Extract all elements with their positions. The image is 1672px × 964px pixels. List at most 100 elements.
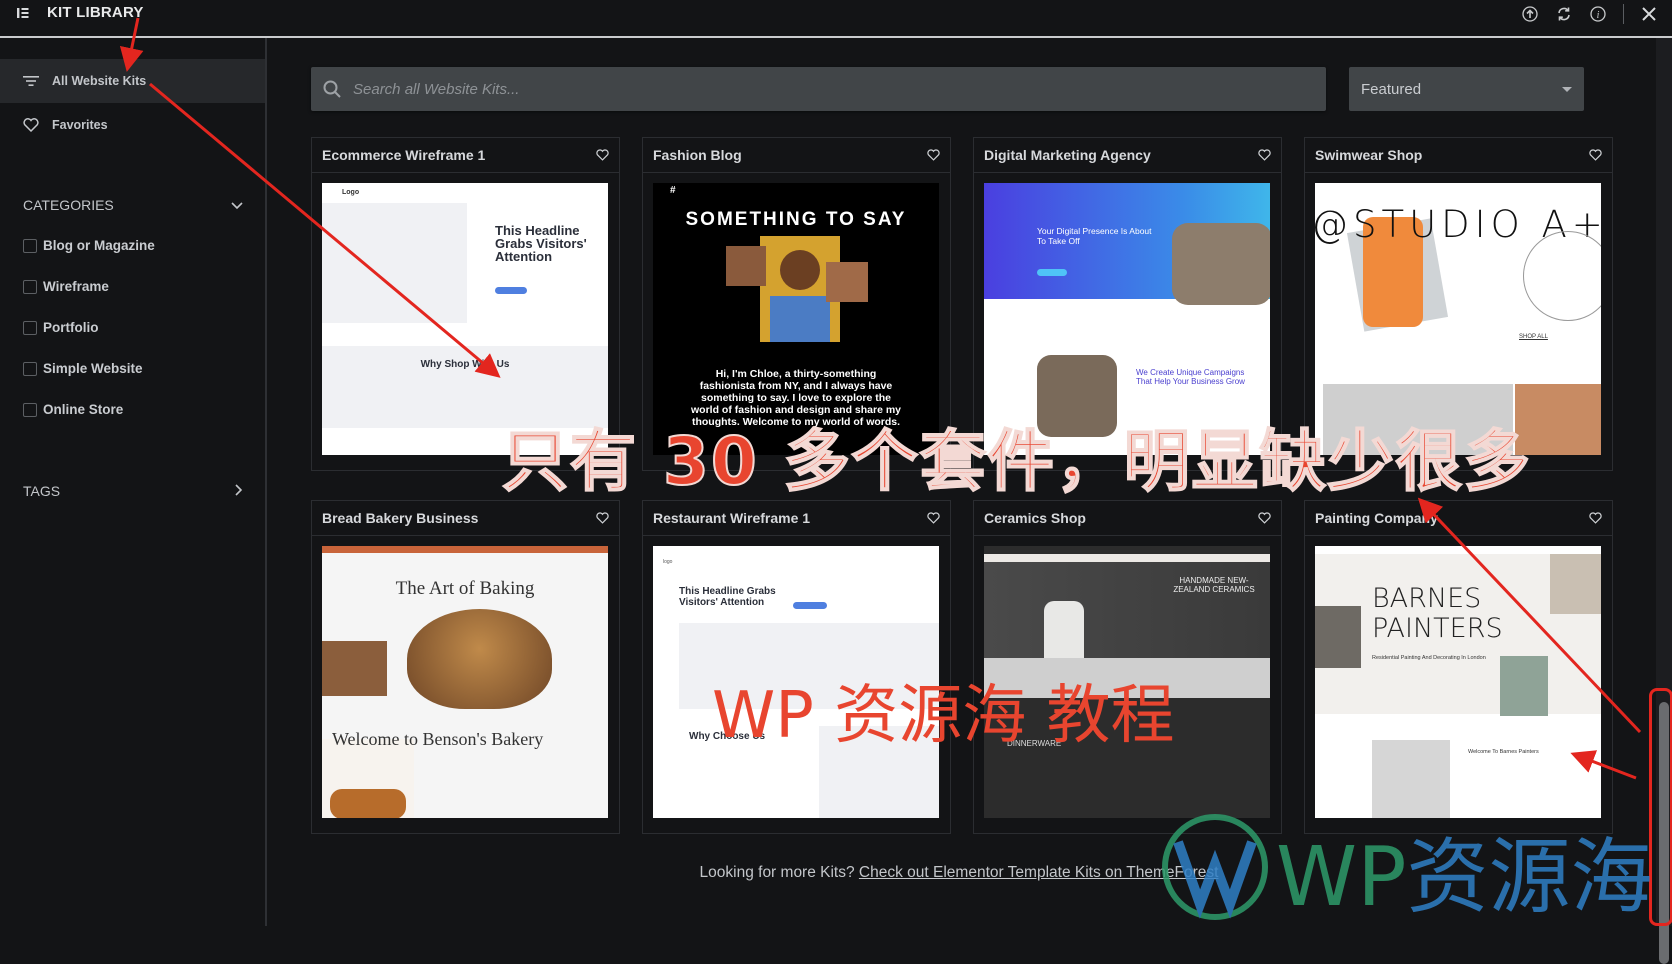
kit-preview-image[interactable]: HANDMADE NEW-ZEALAND CERAMICS DINNERWARE — [984, 546, 1270, 818]
checkbox[interactable] — [23, 238, 37, 253]
preview-button — [793, 602, 827, 609]
preview-people-photo — [1372, 740, 1450, 818]
favorite-heart-icon[interactable] — [596, 149, 609, 161]
favorite-heart-icon[interactable] — [927, 149, 940, 161]
caret-down-icon — [1562, 86, 1572, 92]
sidebar-item-favorites[interactable]: Favorites — [0, 103, 265, 147]
preview-section-title: We Create Unique Campaigns That Help You… — [1136, 368, 1245, 386]
sidebar-item-label: All Website Kits — [52, 74, 147, 88]
sidebar-item-all-website-kits[interactable]: All Website Kits — [0, 59, 265, 103]
kit-card[interactable]: Fashion Blog # SOMETHING TO SAY Hi, I'm … — [642, 137, 951, 471]
kit-title: Fashion Blog — [653, 147, 742, 163]
preview-image-placeholder — [322, 203, 467, 323]
search-bar[interactable] — [311, 67, 1326, 111]
preview-headline: This Headline Grabs Visitors' Attention — [679, 586, 776, 608]
favorite-heart-icon[interactable] — [1589, 149, 1602, 161]
checkbox[interactable] — [23, 361, 37, 376]
preview-logo: # — [670, 185, 676, 196]
preview-photo — [1550, 554, 1601, 614]
category-checkbox-portfolio[interactable]: Portfolio — [23, 320, 99, 335]
elementor-menu-icon[interactable] — [16, 6, 30, 20]
sort-select[interactable]: Featured — [1349, 67, 1584, 111]
preview-headline: HANDMADE NEW-ZEALAND CERAMICS — [1173, 576, 1255, 594]
checkbox[interactable] — [23, 279, 37, 294]
kit-card[interactable]: Swimwear Shop @STUDIO A+ SHOP ALL — [1304, 137, 1613, 471]
kit-preview-image[interactable]: Your Digital Presence Is About To Take O… — [984, 183, 1270, 455]
scrollbar-highlight-annotation — [1649, 688, 1672, 926]
import-icon[interactable] — [1513, 0, 1547, 28]
preview-section-title: Why Choose Us — [689, 731, 766, 742]
checkbox[interactable] — [23, 402, 37, 417]
preview-photo — [1315, 606, 1361, 668]
kit-card[interactable]: Bread Bakery Business The Art of Baking … — [311, 500, 620, 834]
kit-preview-image[interactable]: The Art of Baking Welcome to Benson's Ba… — [322, 546, 608, 818]
kit-preview-image[interactable]: BARNES PAINTERS Residential Painting And… — [1315, 546, 1601, 818]
preview-shelf — [984, 658, 1270, 698]
category-checkbox-online-store[interactable]: Online Store — [23, 402, 123, 417]
preview-photo — [1323, 384, 1513, 455]
sidebar: All Website Kits Favorites CATEGORIES Bl… — [0, 38, 267, 926]
category-checkbox-wireframe[interactable]: Wireframe — [23, 279, 109, 294]
preview-section-title: Welcome To Barnes Painters — [1468, 749, 1539, 755]
preview-photo — [826, 262, 868, 302]
kit-card[interactable]: Ecommerce Wireframe 1 Logo This Headline… — [311, 137, 620, 471]
kit-card[interactable]: Ceramics Shop HANDMADE NEW-ZEALAND CERAM… — [973, 500, 1282, 834]
categories-header[interactable]: CATEGORIES — [23, 197, 243, 213]
preview-section-title: Welcome to Benson's Bakery — [332, 729, 544, 749]
category-checkbox-simple-website[interactable]: Simple Website — [23, 361, 143, 376]
preview-logo: logo — [663, 559, 673, 565]
info-icon[interactable]: i — [1581, 0, 1615, 28]
kit-preview-image[interactable]: # SOMETHING TO SAY Hi, I'm Chloe, a thir… — [653, 183, 939, 455]
kit-title: Painting Company — [1315, 510, 1438, 526]
favorite-heart-icon[interactable] — [1258, 512, 1271, 524]
sidebar-item-label: Favorites — [52, 118, 108, 132]
themeforest-link[interactable]: Check out Elementor Template Kits on The… — [859, 864, 1219, 881]
kit-preview-image[interactable]: Logo This Headline Grabs Visitors' Atten… — [322, 183, 608, 455]
categories-title: CATEGORIES — [23, 197, 114, 213]
category-label: Blog or Magazine — [43, 238, 155, 253]
preview-circle — [1523, 231, 1601, 321]
checkbox[interactable] — [23, 320, 37, 335]
preview-headline: Your Digital Presence Is About To Take O… — [1037, 226, 1152, 246]
svg-text:i: i — [1597, 10, 1600, 21]
preview-body: Hi, I'm Chloe, a thirty-something fashio… — [690, 368, 902, 428]
favorite-heart-icon[interactable] — [1589, 512, 1602, 524]
preview-photo — [1172, 223, 1270, 305]
category-label: Online Store — [43, 402, 124, 417]
favorite-heart-icon[interactable] — [1258, 149, 1271, 161]
preview-nav — [984, 554, 1270, 562]
favorite-heart-icon[interactable] — [927, 512, 940, 524]
footer-text: Looking for more Kits? — [699, 864, 855, 881]
tags-header[interactable]: TAGS — [23, 483, 243, 499]
preview-board-photo — [322, 641, 387, 696]
kit-preview-image[interactable]: @STUDIO A+ SHOP ALL — [1315, 183, 1601, 455]
kit-title: Digital Marketing Agency — [984, 147, 1151, 163]
kit-card[interactable]: Restaurant Wireframe 1 logo This Headlin… — [642, 500, 951, 834]
filter-icon — [22, 75, 40, 87]
preview-photo — [1037, 355, 1117, 437]
preview-image-placeholder — [819, 726, 939, 818]
kit-title: Ecommerce Wireframe 1 — [322, 147, 486, 163]
favorite-heart-icon[interactable] — [596, 512, 609, 524]
tags-title: TAGS — [23, 483, 61, 499]
kit-title: Swimwear Shop — [1315, 147, 1423, 163]
category-checkbox-blog-or-magazine[interactable]: Blog or Magazine — [23, 238, 155, 253]
search-input[interactable] — [353, 80, 1253, 98]
preview-logo: Logo — [342, 189, 360, 196]
preview-topbar — [322, 546, 608, 553]
sort-selected-value: Featured — [1361, 80, 1422, 98]
preview-button — [495, 287, 527, 294]
preview-croissants — [322, 739, 414, 818]
preview-section-title: DINNERWARE — [1007, 739, 1062, 748]
preview-headline: This Headline Grabs Visitors' Attention — [495, 223, 587, 264]
close-icon[interactable] — [1632, 0, 1666, 28]
top-bar: KIT LIBRARY i — [0, 0, 1672, 38]
preview-headline: BARNES PAINTERS — [1372, 583, 1503, 644]
preview-headline: The Art of Baking — [395, 578, 535, 599]
preview-lamp-photo — [1500, 656, 1548, 716]
kit-card[interactable]: Digital Marketing Agency Your Digital Pr… — [973, 137, 1282, 471]
toolbar-divider — [1623, 4, 1624, 24]
kit-preview-image[interactable]: logo This Headline Grabs Visitors' Atten… — [653, 546, 939, 818]
kit-card[interactable]: Painting Company BARNES PAINTERS Residen… — [1304, 500, 1613, 834]
sync-icon[interactable] — [1547, 0, 1581, 28]
